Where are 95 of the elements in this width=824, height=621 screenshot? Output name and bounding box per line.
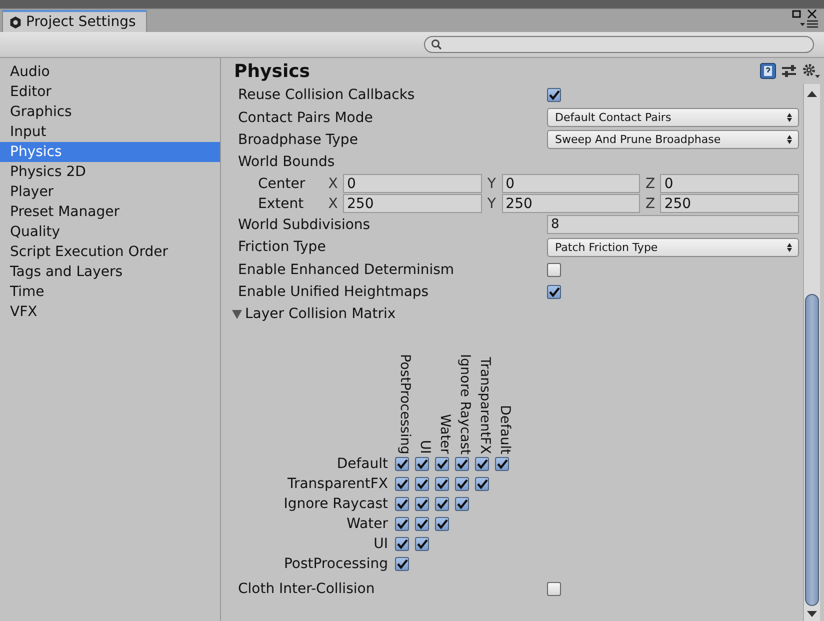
foldout-header[interactable]: Layer Collision Matrix bbox=[232, 303, 799, 326]
checkbox[interactable] bbox=[547, 88, 561, 102]
sidebar-item[interactable]: Physics bbox=[0, 142, 220, 162]
number-field[interactable]: 0 bbox=[343, 174, 482, 194]
checkbox[interactable] bbox=[547, 582, 561, 596]
number-field[interactable]: 250 bbox=[660, 194, 800, 214]
scroll-up-icon[interactable] bbox=[807, 90, 817, 98]
checkbox[interactable] bbox=[415, 457, 429, 472]
checkbox[interactable] bbox=[435, 517, 449, 532]
up-down-arrows-icon bbox=[787, 242, 792, 252]
up-down-arrows-icon bbox=[787, 135, 792, 144]
layer-row-label: Ignore Raycast bbox=[282, 496, 389, 512]
sidebar-item[interactable]: Script Execution Order bbox=[0, 242, 220, 262]
axis-label: Z bbox=[644, 196, 656, 212]
checkbox[interactable] bbox=[395, 477, 409, 492]
sidebar-item[interactable]: Graphics bbox=[0, 102, 220, 122]
property-label: Reuse Collision Callbacks bbox=[238, 87, 416, 104]
checkbox[interactable] bbox=[415, 477, 429, 492]
window-controls-icon[interactable] bbox=[792, 9, 818, 19]
layer-row-label: Water bbox=[346, 516, 389, 532]
sidebar-item[interactable]: Player bbox=[0, 182, 220, 202]
up-down-arrows-icon bbox=[787, 113, 792, 122]
search-icon bbox=[431, 39, 442, 50]
axis-label: X bbox=[327, 176, 339, 192]
layer-row-label: UI bbox=[372, 536, 389, 552]
checkbox[interactable] bbox=[435, 497, 449, 512]
checkbox[interactable] bbox=[547, 284, 561, 299]
checkbox[interactable] bbox=[395, 537, 409, 552]
number-field[interactable]: 250 bbox=[343, 194, 482, 214]
property-label: Friction Type bbox=[238, 239, 327, 256]
vector-label: Extent bbox=[257, 196, 305, 212]
checkbox[interactable] bbox=[495, 457, 509, 472]
triangle-icon bbox=[232, 310, 242, 319]
menu-icon[interactable] bbox=[800, 20, 818, 28]
checkbox[interactable] bbox=[455, 477, 469, 492]
property-label: Enable Unified Heightmaps bbox=[238, 284, 430, 300]
number-field[interactable]: 8 bbox=[547, 215, 799, 234]
panel-title: Physics bbox=[234, 60, 310, 82]
property-label: World Subdivisions bbox=[238, 216, 372, 233]
checkbox[interactable] bbox=[435, 477, 449, 492]
scroll-down-icon[interactable] bbox=[807, 610, 817, 618]
layer-column-label: Water bbox=[437, 414, 453, 454]
sidebar-item[interactable]: Audio bbox=[0, 62, 220, 82]
sidebar-item[interactable]: Preset Manager bbox=[0, 202, 220, 222]
section-label: World Bounds bbox=[238, 154, 335, 170]
sidebar-item[interactable]: VFX bbox=[0, 302, 220, 322]
axis-label: Y bbox=[486, 176, 497, 192]
checkbox[interactable] bbox=[415, 497, 429, 512]
property-label: Enable Enhanced Determinism bbox=[238, 262, 456, 278]
settings-icon[interactable] bbox=[802, 63, 820, 79]
vector-label: Center bbox=[257, 176, 306, 192]
checkbox[interactable] bbox=[547, 262, 561, 277]
checkbox[interactable] bbox=[395, 557, 409, 572]
layer-column-label: UI bbox=[417, 440, 433, 454]
dropdown[interactable]: Patch Friction Type bbox=[547, 238, 799, 257]
layer-row-label: Default bbox=[336, 456, 389, 472]
search-field[interactable] bbox=[424, 36, 814, 53]
number-field[interactable]: 0 bbox=[502, 174, 640, 194]
number-field[interactable]: 250 bbox=[502, 194, 640, 214]
axis-label: Z bbox=[644, 176, 656, 192]
checkbox[interactable] bbox=[455, 457, 469, 472]
checkbox[interactable] bbox=[415, 537, 429, 552]
sidebar-item[interactable]: Input bbox=[0, 122, 220, 142]
scrollbar-thumb[interactable] bbox=[805, 294, 819, 606]
help-icon[interactable] bbox=[760, 63, 776, 79]
checkbox[interactable] bbox=[475, 457, 489, 472]
number-field[interactable]: 0 bbox=[660, 174, 800, 194]
sidebar-item[interactable]: Time bbox=[0, 282, 220, 302]
axis-label: X bbox=[327, 196, 339, 212]
axis-label: Y bbox=[486, 196, 497, 212]
property-label: Broadphase Type bbox=[238, 132, 359, 148]
window-tab[interactable]: Project Settings bbox=[2, 10, 147, 32]
layer-row-label: TransparentFX bbox=[286, 476, 389, 492]
sliders-icon[interactable] bbox=[782, 64, 796, 78]
sidebar-item[interactable]: Editor bbox=[0, 82, 220, 102]
property-label: Contact Pairs Mode bbox=[238, 110, 374, 126]
layer-column-label: PostProcessing bbox=[397, 354, 413, 454]
sidebar-item[interactable]: Tags and Layers bbox=[0, 262, 220, 282]
sidebar-item[interactable]: Quality bbox=[0, 222, 220, 242]
layer-row-label: PostProcessing bbox=[282, 556, 389, 572]
checkbox[interactable] bbox=[395, 497, 409, 512]
checkbox[interactable] bbox=[475, 477, 489, 492]
property-label: Cloth Inter-Collision bbox=[238, 581, 376, 598]
checkbox[interactable] bbox=[395, 517, 409, 532]
checkbox[interactable] bbox=[455, 497, 469, 512]
dropdown[interactable]: Sweep And Prune Broadphase bbox=[547, 130, 799, 150]
checkbox[interactable] bbox=[435, 457, 449, 472]
layer-column-label: TransparentFX bbox=[477, 357, 493, 454]
sidebar-item[interactable]: Physics 2D bbox=[0, 162, 220, 182]
layer-column-label: Default bbox=[497, 404, 513, 454]
layer-column-label: Ignore Raycast bbox=[457, 354, 473, 454]
checkbox[interactable] bbox=[415, 517, 429, 532]
gear-icon bbox=[9, 16, 22, 28]
checkbox[interactable] bbox=[395, 457, 409, 472]
dropdown[interactable]: Default Contact Pairs bbox=[547, 108, 799, 128]
